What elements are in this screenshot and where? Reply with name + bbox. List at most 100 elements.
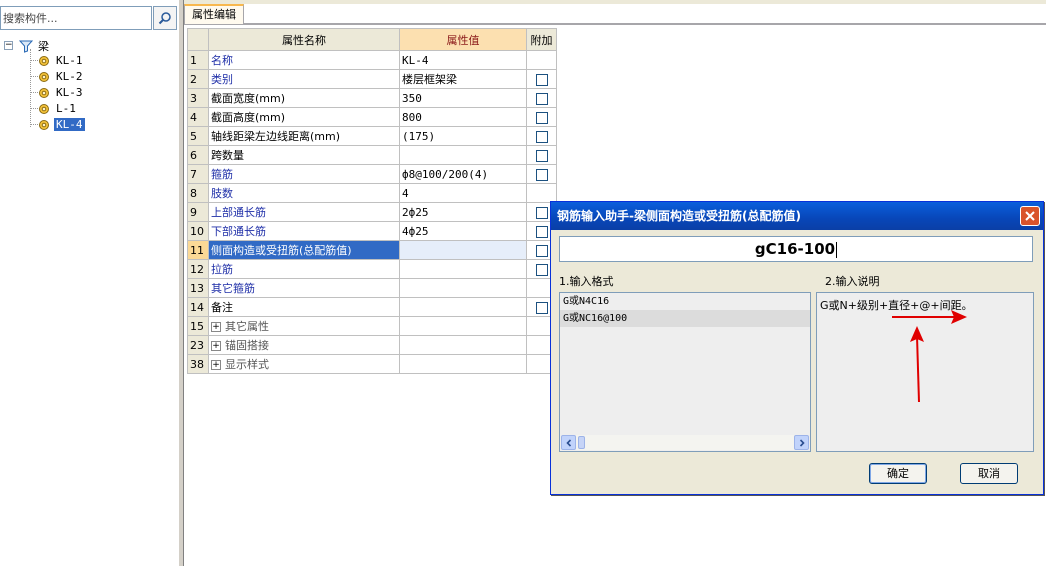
property-name[interactable]: 肢数	[208, 183, 400, 203]
property-value[interactable]: 800	[399, 107, 527, 127]
column-header-value[interactable]: 属性值	[399, 28, 527, 51]
extra-checkbox[interactable]	[535, 301, 548, 314]
scroll-thumb[interactable]	[578, 436, 585, 449]
extra-checkbox[interactable]	[535, 130, 548, 143]
table-row[interactable]: 1 名称 KL-4	[187, 50, 557, 70]
property-value[interactable]	[399, 278, 527, 298]
tree-item-selected[interactable]: KL-4	[30, 117, 85, 132]
property-name[interactable]: 箍筋	[208, 164, 400, 184]
property-name[interactable]: 其它箍筋	[208, 278, 400, 298]
list-item-selected[interactable]: G或NC16@100	[560, 310, 810, 327]
table-row[interactable]: 2 类别 楼层框架梁	[187, 69, 557, 89]
row-number: 10	[187, 221, 209, 241]
table-row[interactable]: 7 箍筋 ф8@100/200(4)	[187, 164, 557, 184]
property-name[interactable]: 上部通长筋	[208, 202, 400, 222]
tree-item[interactable]: KL-1	[30, 53, 85, 68]
extra-cell	[526, 145, 557, 165]
extra-cell	[526, 50, 557, 70]
expand-icon[interactable]: +	[211, 360, 221, 370]
property-name[interactable]: 侧面构造或受扭筋(总配筋值)	[208, 240, 400, 260]
table-row[interactable]: 13 其它箍筋	[187, 278, 557, 298]
format-list[interactable]: G或N4C16 G或NC16@100	[559, 292, 811, 452]
table-row[interactable]: 12 拉筋	[187, 259, 557, 279]
row-number: 8	[187, 183, 209, 203]
property-name[interactable]: 跨数量	[208, 145, 400, 165]
property-name[interactable]: 下部通长筋	[208, 221, 400, 241]
property-name[interactable]: 备注	[208, 297, 400, 317]
description-label: 2.输入说明	[825, 275, 880, 288]
extra-checkbox[interactable]	[535, 244, 548, 257]
extra-checkbox[interactable]	[535, 168, 548, 181]
property-group[interactable]: + 其它属性	[208, 316, 400, 336]
tree-item[interactable]: KL-3	[30, 85, 85, 100]
property-name[interactable]: 轴线距梁左边线距离(mm)	[208, 126, 400, 146]
property-name[interactable]: 类别	[208, 69, 400, 89]
extra-checkbox[interactable]	[535, 149, 548, 162]
scroll-right-button[interactable]	[794, 435, 809, 450]
property-group[interactable]: + 锚固搭接	[208, 335, 400, 355]
cancel-button[interactable]: 取消	[960, 463, 1018, 484]
table-row[interactable]: 5 轴线距梁左边线距离(mm) (175)	[187, 126, 557, 146]
extra-checkbox[interactable]	[535, 92, 548, 105]
property-value[interactable]	[399, 259, 527, 279]
table-row[interactable]: 14 备注	[187, 297, 557, 317]
property-value[interactable]: ф8@100/200(4)	[399, 164, 527, 184]
extra-cell	[526, 164, 557, 184]
column-header-extra[interactable]: 附加	[526, 28, 557, 51]
property-value[interactable]: 4	[399, 183, 527, 203]
property-value[interactable]: 楼层框架梁	[399, 69, 527, 89]
extra-cell	[526, 126, 557, 146]
property-value[interactable]	[399, 297, 527, 317]
search-input[interactable]	[1, 7, 151, 29]
table-row-group[interactable]: 23 + 锚固搭接	[187, 335, 557, 355]
property-name[interactable]: 截面高度(mm)	[208, 107, 400, 127]
table-row[interactable]: 4 截面高度(mm) 800	[187, 107, 557, 127]
extra-checkbox[interactable]	[535, 73, 548, 86]
ok-button[interactable]: 确定	[869, 463, 927, 484]
group-label: 显示样式	[225, 358, 269, 371]
search-button[interactable]	[153, 6, 177, 30]
list-item[interactable]: G或N4C16	[560, 293, 810, 310]
table-row[interactable]: 10 下部通长筋 4ф25	[187, 221, 557, 241]
expand-icon[interactable]: +	[211, 341, 221, 351]
property-name[interactable]: 拉筋	[208, 259, 400, 279]
rebar-formula-input[interactable]: gC16-100	[559, 236, 1033, 262]
expand-icon[interactable]: +	[211, 322, 221, 332]
row-number: 2	[187, 69, 209, 89]
property-value[interactable]	[399, 145, 527, 165]
table-row-group[interactable]: 38 + 显示样式	[187, 354, 557, 374]
extra-checkbox[interactable]	[535, 111, 548, 124]
property-value[interactable]: 2ф25	[399, 202, 527, 222]
search-box[interactable]	[0, 6, 152, 30]
table-row[interactable]: 3 截面宽度(mm) 350	[187, 88, 557, 108]
table-row[interactable]: 8 肢数 4	[187, 183, 557, 203]
tree-root[interactable]: − 梁	[4, 38, 51, 53]
tab-property-edit[interactable]: 属性编辑	[184, 4, 244, 24]
tree-item[interactable]: L-1	[30, 101, 78, 116]
table-row-group[interactable]: 15 + 其它属性	[187, 316, 557, 336]
beam-icon	[39, 71, 49, 82]
tree-item[interactable]: KL-2	[30, 69, 85, 84]
table-row[interactable]: 9 上部通长筋 2ф25	[187, 202, 557, 222]
extra-checkbox[interactable]	[535, 263, 548, 276]
column-header-name[interactable]: 属性名称	[208, 28, 400, 51]
property-value[interactable]: 350	[399, 88, 527, 108]
collapse-icon[interactable]: −	[4, 41, 13, 50]
row-number: 13	[187, 278, 209, 298]
property-value[interactable]	[399, 240, 527, 260]
property-name[interactable]: 名称	[208, 50, 400, 70]
table-row-selected[interactable]: 11 侧面构造或受扭筋(总配筋值)	[187, 240, 557, 260]
dialog-title-bar[interactable]: 钢筋输入助手-梁侧面构造或受扭筋(总配筋值)	[551, 202, 1043, 230]
extra-checkbox[interactable]	[535, 206, 548, 219]
property-group[interactable]: + 显示样式	[208, 354, 400, 374]
horizontal-scrollbar[interactable]	[561, 435, 809, 450]
scroll-left-button[interactable]	[561, 435, 576, 450]
property-name[interactable]: 截面宽度(mm)	[208, 88, 400, 108]
property-value[interactable]: 4ф25	[399, 221, 527, 241]
property-value[interactable]: (175)	[399, 126, 527, 146]
property-value	[399, 354, 527, 374]
table-row[interactable]: 6 跨数量	[187, 145, 557, 165]
close-button[interactable]	[1020, 206, 1040, 226]
extra-checkbox[interactable]	[535, 225, 548, 238]
property-value[interactable]: KL-4	[399, 50, 527, 70]
